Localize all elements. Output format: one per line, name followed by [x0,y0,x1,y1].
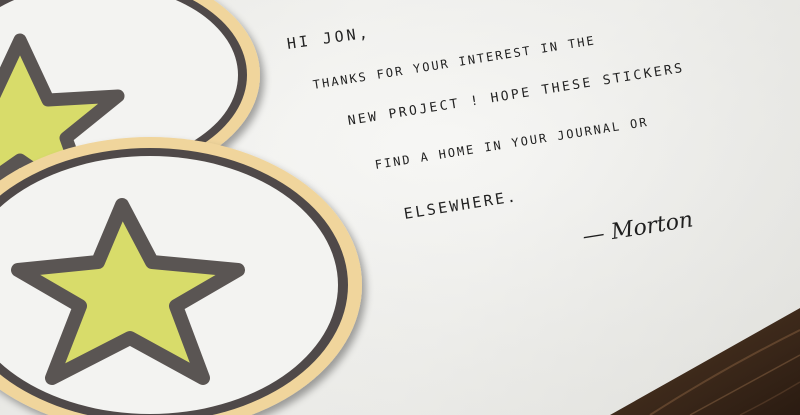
photo: HI JON, THANKS FOR YOUR INTEREST IN THE … [0,0,800,415]
sticker-group [0,0,362,415]
sticker-bottom [0,137,362,415]
